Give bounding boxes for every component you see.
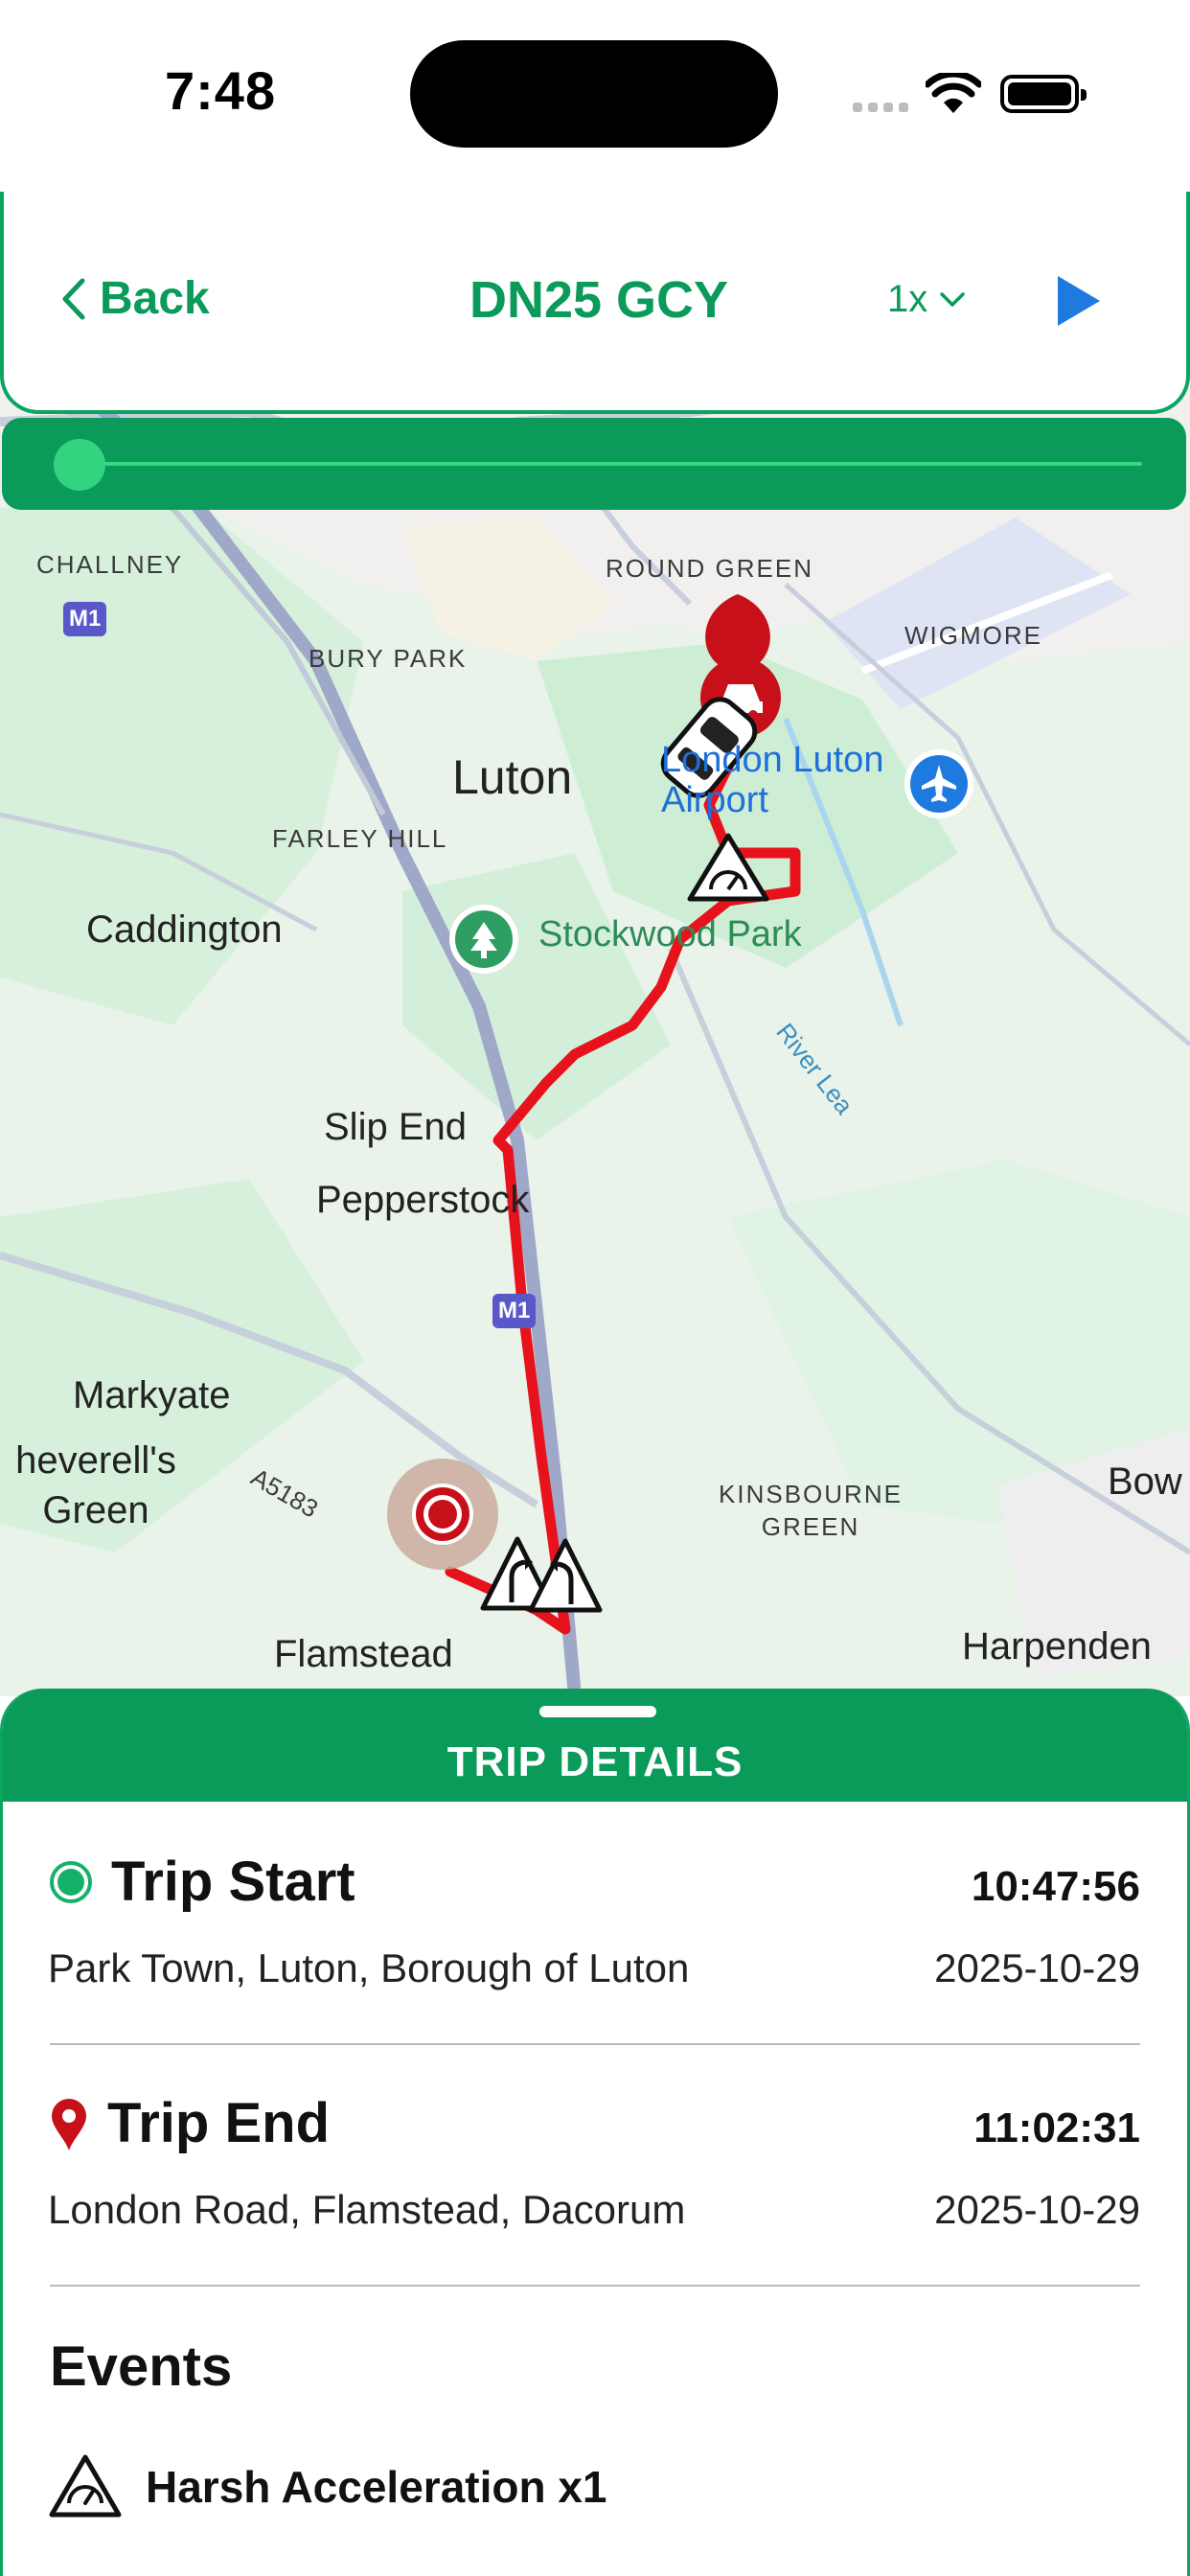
sheet-handle-bar[interactable]: TRIP DETAILS bbox=[3, 1689, 1187, 1802]
wifi-icon bbox=[926, 73, 981, 113]
map-label-challney: CHALLNEY bbox=[36, 550, 184, 579]
trip-start-time: 10:47:56 bbox=[971, 1863, 1140, 1910]
trip-start-row: Trip Start 10:47:56 bbox=[48, 1850, 1140, 1914]
trip-end-label: Trip End bbox=[107, 2092, 330, 2154]
play-icon[interactable] bbox=[1054, 274, 1102, 328]
map-label-caddington: Caddington bbox=[86, 908, 283, 951]
trip-start-details: Park Town, Luton, Borough of Luton 2025-… bbox=[48, 1945, 1140, 1991]
cellular-signal-icon bbox=[853, 100, 914, 117]
event-item[interactable]: Harsh Acceleration x1 bbox=[48, 2453, 607, 2520]
map-label-markyate: Markyate bbox=[73, 1374, 231, 1416]
playback-speed-dropdown[interactable]: 1x bbox=[887, 278, 966, 321]
playback-thumb[interactable] bbox=[54, 439, 105, 491]
playback-track[interactable] bbox=[79, 462, 1142, 466]
battery-icon bbox=[1000, 75, 1087, 113]
divider bbox=[50, 2043, 1140, 2045]
chevron-down-icon bbox=[940, 291, 965, 307]
map-label-bury-park: BURY PARK bbox=[309, 644, 468, 673]
trip-start-label: Trip Start bbox=[111, 1851, 355, 1913]
map-label-kinsbourne-green: KINSBOURNE GREEN bbox=[719, 1480, 903, 1541]
status-bar: 7:48 bbox=[0, 0, 1190, 192]
map-label-peverells-green: heverell's Green bbox=[15, 1439, 176, 1531]
map-label-wigmore: WIGMORE bbox=[904, 621, 1042, 650]
status-time: 7:48 bbox=[165, 60, 277, 121]
chevron-left-icon bbox=[62, 278, 85, 319]
map-label-pepperstock: Pepperstock bbox=[316, 1179, 530, 1221]
m1-shield-north: M1 bbox=[63, 602, 107, 636]
playback-speed-value: 1x bbox=[887, 278, 928, 320]
trip-end-details: London Road, Flamstead, Dacorum 2025-10-… bbox=[48, 2187, 1140, 2233]
dynamic-island bbox=[410, 40, 778, 148]
sheet-title: TRIP DETAILS bbox=[446, 1738, 744, 1785]
airport-pin-icon[interactable] bbox=[904, 749, 973, 818]
map-label-slip-end: Slip End bbox=[324, 1106, 467, 1148]
sheet-grabber[interactable] bbox=[539, 1706, 656, 1717]
trip-end-row: Trip End 11:02:31 bbox=[48, 2091, 1140, 2155]
trip-end-date: 2025-10-29 bbox=[934, 2187, 1140, 2232]
event-label: Harsh Acceleration x1 bbox=[146, 2462, 607, 2512]
divider-2 bbox=[50, 2285, 1140, 2287]
map-label-stockwood-park: Stockwood Park bbox=[538, 914, 802, 954]
start-dot-icon bbox=[50, 1860, 92, 1903]
back-button[interactable]: Back bbox=[61, 272, 210, 325]
map-label-farley-hill: FARLEY HILL bbox=[272, 824, 448, 853]
map-label-flamstead: Flamstead bbox=[274, 1633, 453, 1675]
map-label-bow: Bow bbox=[1108, 1460, 1182, 1503]
trip-end-marker[interactable] bbox=[387, 1459, 498, 1570]
trip-map[interactable]: CHALLNEY ROUND GREEN BURY PARK WIGMORE L… bbox=[0, 355, 1190, 1696]
back-label: Back bbox=[100, 273, 210, 324]
trip-end-address: London Road, Flamstead, Dacorum bbox=[48, 2187, 686, 2232]
m1-shield-south: M1 bbox=[492, 1294, 537, 1328]
map-label-luton: Luton bbox=[452, 750, 573, 804]
trip-start-date: 2025-10-29 bbox=[934, 1945, 1140, 1990]
map-label-round-green: ROUND GREEN bbox=[606, 554, 814, 583]
park-pin-icon[interactable] bbox=[449, 905, 518, 974]
trip-end-time: 11:02:31 bbox=[973, 2104, 1140, 2151]
location-pin-icon bbox=[52, 2098, 86, 2150]
playback-slider-bar bbox=[2, 418, 1186, 510]
map-label-london-luton-airport: London Luton Airport bbox=[661, 740, 884, 820]
harsh-turn-marker-icon-2[interactable] bbox=[528, 1538, 603, 1613]
events-heading: Events bbox=[50, 2335, 233, 2398]
trip-start-address: Park Town, Luton, Borough of Luton bbox=[48, 1945, 690, 1990]
nav-header: Back DN25 GCY 1x bbox=[0, 192, 1190, 414]
map-label-harpenden: Harpenden bbox=[962, 1625, 1152, 1668]
speedometer-warning-icon bbox=[49, 2454, 122, 2518]
